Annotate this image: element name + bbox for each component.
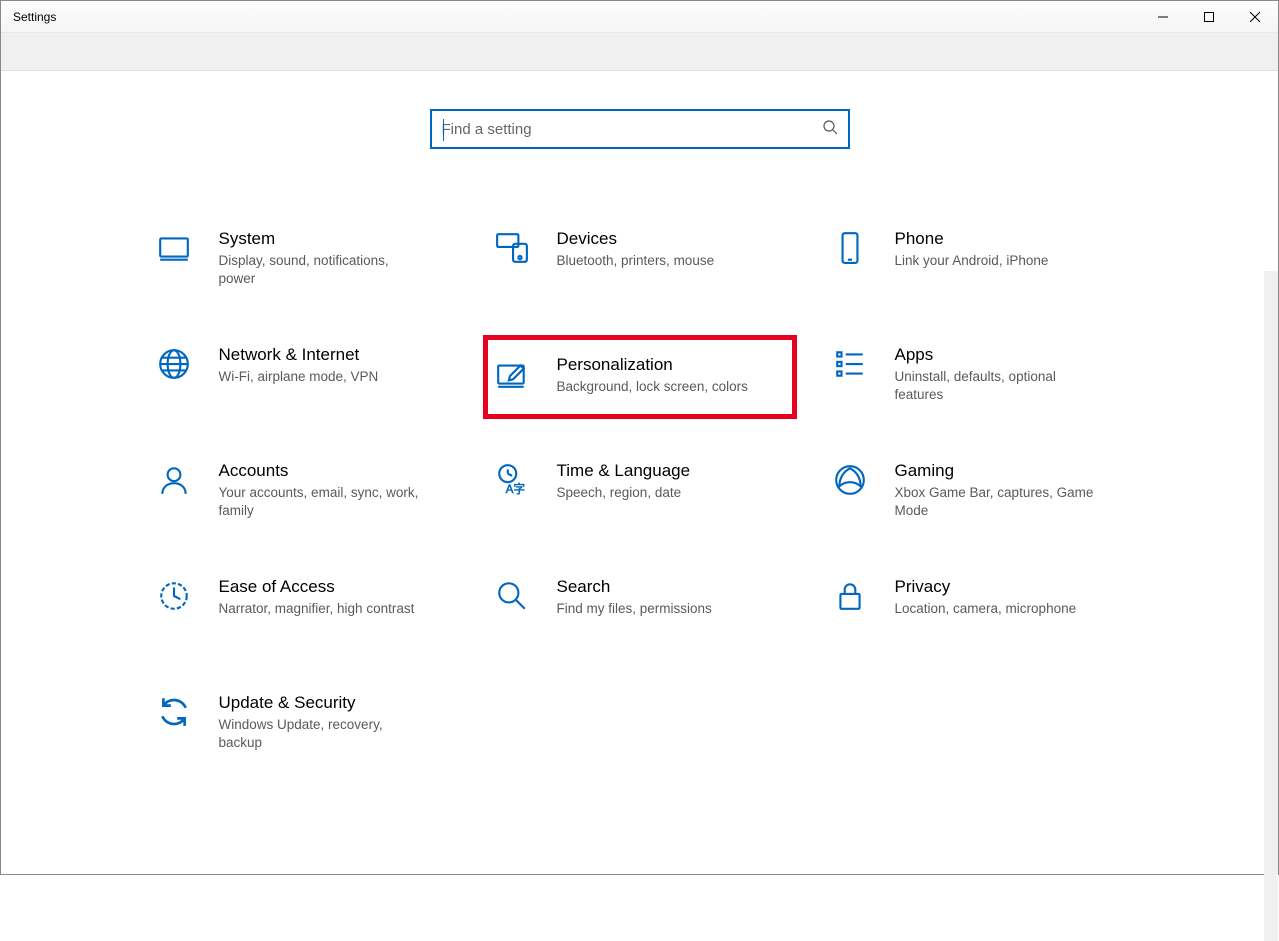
text-cursor	[443, 119, 444, 141]
header-ribbon	[1, 33, 1278, 71]
search-icon	[822, 119, 838, 140]
tile-desc: Speech, region, date	[557, 484, 691, 502]
svg-text:A字: A字	[505, 482, 524, 496]
tile-title: Update & Security	[219, 693, 421, 713]
tile-title: Devices	[557, 229, 715, 249]
tile-desc: Bluetooth, printers, mouse	[557, 252, 715, 270]
window-controls	[1140, 1, 1278, 33]
update-security-icon	[157, 693, 201, 757]
vertical-scrollbar[interactable]	[1264, 271, 1278, 941]
apps-icon	[833, 345, 877, 409]
tile-desc: Narrator, magnifier, high contrast	[219, 600, 415, 618]
tile-title: Apps	[895, 345, 1097, 365]
tile-title: Network & Internet	[219, 345, 379, 365]
tile-update-security[interactable]: Update & Security Windows Update, recove…	[147, 685, 457, 765]
personalization-icon	[495, 355, 539, 399]
tile-time-language[interactable]: A字 Time & Language Speech, region, date	[485, 453, 795, 533]
close-button[interactable]	[1232, 1, 1278, 33]
settings-grid: System Display, sound, notifications, po…	[140, 221, 1140, 765]
search-tile-icon	[495, 577, 539, 641]
tile-desc: Your accounts, email, sync, work, family	[219, 484, 421, 520]
tile-title: Search	[557, 577, 712, 597]
tile-desc: Windows Update, recovery, backup	[219, 716, 421, 752]
search-box[interactable]	[430, 109, 850, 149]
tile-desc: Wi-Fi, airplane mode, VPN	[219, 368, 379, 386]
tile-desc: Background, lock screen, colors	[557, 378, 748, 396]
tile-system[interactable]: System Display, sound, notifications, po…	[147, 221, 457, 301]
tile-apps[interactable]: Apps Uninstall, defaults, optional featu…	[823, 337, 1133, 417]
tile-desc: Link your Android, iPhone	[895, 252, 1049, 270]
privacy-icon	[833, 577, 877, 641]
tile-title: Accounts	[219, 461, 421, 481]
tile-title: Personalization	[557, 355, 748, 375]
content-area: System Display, sound, notifications, po…	[1, 71, 1278, 874]
tile-title: Gaming	[895, 461, 1097, 481]
tile-ease-of-access[interactable]: Ease of Access Narrator, magnifier, high…	[147, 569, 457, 649]
time-language-icon: A字	[495, 461, 539, 525]
search-input[interactable]	[442, 121, 822, 138]
title-bar: Settings	[1, 1, 1278, 33]
tile-devices[interactable]: Devices Bluetooth, printers, mouse	[485, 221, 795, 301]
tile-accounts[interactable]: Accounts Your accounts, email, sync, wor…	[147, 453, 457, 533]
tile-gaming[interactable]: Gaming Xbox Game Bar, captures, Game Mod…	[823, 453, 1133, 533]
phone-icon	[833, 229, 877, 293]
accounts-icon	[157, 461, 201, 525]
tile-privacy[interactable]: Privacy Location, camera, microphone	[823, 569, 1133, 649]
tile-desc: Uninstall, defaults, optional features	[895, 368, 1097, 404]
tile-title: Time & Language	[557, 461, 691, 481]
tile-search[interactable]: Search Find my files, permissions	[485, 569, 795, 649]
system-icon	[157, 229, 201, 293]
window-title: Settings	[1, 10, 56, 24]
ease-of-access-icon	[157, 577, 201, 641]
tile-title: System	[219, 229, 421, 249]
tile-desc: Find my files, permissions	[557, 600, 712, 618]
tile-desc: Display, sound, notifications, power	[219, 252, 421, 288]
gaming-icon	[833, 461, 877, 525]
tile-desc: Location, camera, microphone	[895, 600, 1077, 618]
devices-icon	[495, 229, 539, 293]
network-icon	[157, 345, 201, 409]
minimize-button[interactable]	[1140, 1, 1186, 33]
tile-personalization[interactable]: Personalization Background, lock screen,…	[485, 337, 795, 417]
tile-title: Ease of Access	[219, 577, 415, 597]
tile-network[interactable]: Network & Internet Wi-Fi, airplane mode,…	[147, 337, 457, 417]
tile-phone[interactable]: Phone Link your Android, iPhone	[823, 221, 1133, 301]
tile-title: Privacy	[895, 577, 1077, 597]
tile-title: Phone	[895, 229, 1049, 249]
maximize-button[interactable]	[1186, 1, 1232, 33]
tile-desc: Xbox Game Bar, captures, Game Mode	[895, 484, 1097, 520]
